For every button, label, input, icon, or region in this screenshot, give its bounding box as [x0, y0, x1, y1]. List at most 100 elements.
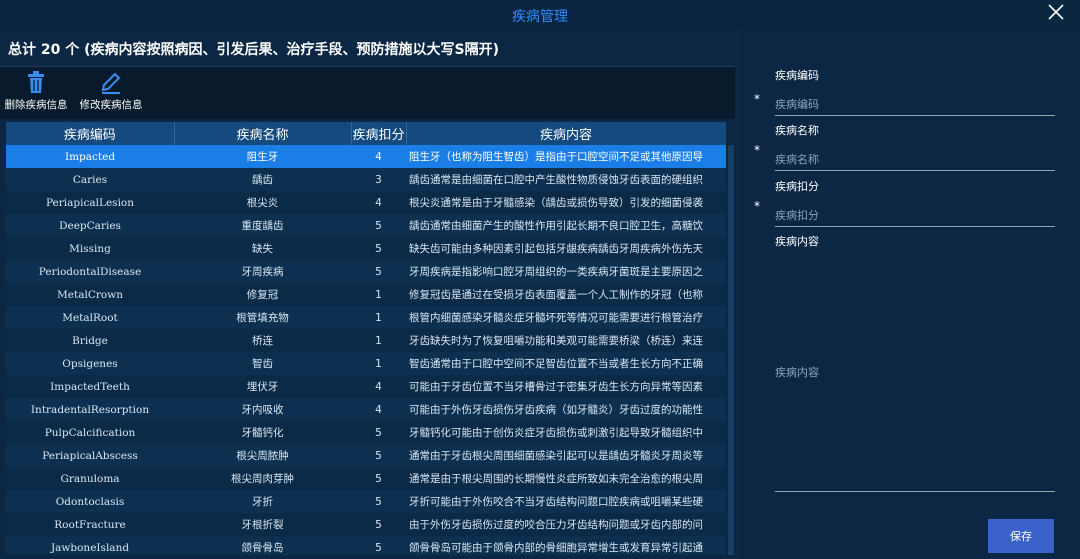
- required-mark: *: [754, 143, 760, 157]
- cell-score: 1: [351, 329, 406, 352]
- title-bar: 疾病管理: [0, 0, 1080, 30]
- cell-name: 颌骨骨岛: [174, 536, 351, 555]
- disease-table: 疾病编码 疾病名称 疾病扣分 疾病内容 Impacted 阻生牙 4 阻生牙（也…: [6, 122, 726, 555]
- disease-score-input[interactable]: [775, 204, 1055, 227]
- table-row[interactable]: PeriodontalDisease 牙周疾病 5 牙周疾病是指影响口腔牙周组织…: [6, 260, 726, 283]
- cell-score: 5: [351, 536, 406, 555]
- cell-code: JawboneIsland: [6, 536, 174, 555]
- cell-name: 修复冠: [174, 283, 351, 306]
- table-row[interactable]: IntradentalResorption 牙内吸收 4 可能由于外伤牙齿损伤牙…: [6, 398, 726, 421]
- table-row[interactable]: Odontoclasis 牙折 5 牙折可能由于外伤咬合不当牙齿结构问题口腔疾病…: [6, 490, 726, 513]
- table-header-row: 疾病编码 疾病名称 疾病扣分 疾病内容: [6, 122, 726, 145]
- score-label: 疾病扣分: [775, 180, 819, 193]
- column-header-content[interactable]: 疾病内容: [406, 122, 726, 145]
- table-row[interactable]: ImpactedTeeth 埋伏牙 4 可能由于牙齿位置不当牙槽骨过于密集牙齿生…: [6, 375, 726, 398]
- cell-name: 根尖炎: [174, 191, 351, 214]
- delete-disease-label: 删除疾病信息: [4, 99, 68, 111]
- cell-name: 重度龋齿: [174, 214, 351, 237]
- cell-code: Granuloma: [6, 467, 174, 490]
- cell-content: 牙周疾病是指影响口腔牙周组织的一类疾病牙菌斑是主要原因之: [406, 260, 726, 283]
- cell-score: 5: [351, 260, 406, 283]
- table-row[interactable]: RootFracture 牙根折裂 5 由于外伤牙齿损伤过度的咬合压力牙齿结构问…: [6, 513, 726, 536]
- cell-name: 根尖周脓肿: [174, 444, 351, 467]
- cell-content: 根管内细菌感染牙髓炎症牙髓坏死等情况可能需要进行根管治疗: [406, 306, 726, 329]
- cell-score: 1: [351, 283, 406, 306]
- cell-score: 3: [351, 168, 406, 191]
- close-icon[interactable]: [1046, 2, 1066, 22]
- scrollbar-thumb[interactable]: [728, 145, 734, 555]
- cell-content: 通常是由于根尖周围的长期慢性炎症所致如未完全治愈的根尖周: [406, 467, 726, 490]
- column-header-score[interactable]: 疾病扣分: [351, 122, 407, 145]
- name-label: 疾病名称: [775, 124, 819, 137]
- cell-name: 根尖周肉芽肿: [174, 467, 351, 490]
- table-row[interactable]: Caries 龋齿 3 龋齿通常是由细菌在口腔中产生酸性物质侵蚀牙齿表面的硬组织: [6, 168, 726, 191]
- column-header-code[interactable]: 疾病编码: [6, 122, 175, 145]
- cell-code: Missing: [6, 237, 174, 260]
- edit-disease-button[interactable]: 修改疾病信息: [76, 69, 146, 112]
- table-scrollbar[interactable]: [728, 145, 734, 555]
- cell-score: 1: [351, 306, 406, 329]
- required-mark: *: [754, 199, 760, 213]
- cell-name: 缺失: [174, 237, 351, 260]
- disease-code-input[interactable]: [775, 93, 1055, 116]
- cell-content: 牙髓钙化可能由于创伤炎症牙齿损伤或刺激引起导致牙髓组织中: [406, 421, 726, 444]
- cell-score: 5: [351, 513, 406, 536]
- cell-code: PulpCalcification: [6, 421, 174, 444]
- table-row[interactable]: Missing 缺失 5 缺失齿可能由多种因素引起包括牙龈疾病龋齿牙周疾病外伤先…: [6, 237, 726, 260]
- table-row[interactable]: MetalCrown 修复冠 1 修复冠齿是通过在受损牙齿表面覆盖一个人工制作的…: [6, 283, 726, 306]
- content-label: 疾病内容: [775, 235, 819, 248]
- table-row[interactable]: Granuloma 根尖周肉芽肿 5 通常是由于根尖周围的长期慢性炎症所致如未完…: [6, 467, 726, 490]
- column-header-name[interactable]: 疾病名称: [174, 122, 352, 145]
- cell-score: 4: [351, 375, 406, 398]
- cell-code: Impacted: [6, 145, 174, 168]
- table-row[interactable]: PeriapicalLesion 根尖炎 4 根尖炎通常是由于牙髓感染（龋齿或损…: [6, 191, 726, 214]
- cell-score: 4: [351, 398, 406, 421]
- cell-content: 可能由于外伤牙齿损伤牙齿疾病（如牙髓炎）牙齿过度的功能性: [406, 398, 726, 421]
- cell-code: MetalCrown: [6, 283, 174, 306]
- disease-form-panel: 疾病编码 * 疾病名称 * 疾病扣分 * 疾病内容 保存: [737, 30, 1080, 559]
- cell-score: 5: [351, 444, 406, 467]
- cell-code: PeriapicalLesion: [6, 191, 174, 214]
- table-row[interactable]: PeriapicalAbscess 根尖周脓肿 5 通常由于牙齿根尖周围细菌感染…: [6, 444, 726, 467]
- table-row[interactable]: MetalRoot 根管填充物 1 根管内细菌感染牙髓炎症牙髓坏死等情况可能需要…: [6, 306, 726, 329]
- table-row[interactable]: Impacted 阻生牙 4 阻生牙（也称为阻生智齿）是指由于口腔空间不足或其他…: [6, 145, 726, 168]
- cell-name: 阻生牙: [174, 145, 351, 168]
- table-row[interactable]: Bridge 桥连 1 牙齿缺失时为了恢复咀嚼功能和美观可能需要桥梁（桥连）来连: [6, 329, 726, 352]
- table-row[interactable]: DeepCaries 重度龋齿 5 龋齿通常由细菌产生的酸性作用引起长期不良口腔…: [6, 214, 726, 237]
- cell-content: 龋齿通常是由细菌在口腔中产生酸性物质侵蚀牙齿表面的硬组织: [406, 168, 726, 191]
- disease-content-textarea[interactable]: [775, 258, 1055, 492]
- cell-name: 牙折: [174, 490, 351, 513]
- disease-name-input[interactable]: [775, 148, 1055, 171]
- cell-code: Bridge: [6, 329, 174, 352]
- save-button[interactable]: 保存: [988, 519, 1054, 553]
- cell-content: 可能由于牙齿位置不当牙槽骨过于密集牙齿生长方向异常等因素: [406, 375, 726, 398]
- cell-score: 5: [351, 237, 406, 260]
- cell-content: 修复冠齿是通过在受损牙齿表面覆盖一个人工制作的牙冠（也称: [406, 283, 726, 306]
- cell-code: Opsigenes: [6, 352, 174, 375]
- cell-name: 牙内吸收: [174, 398, 351, 421]
- table-row[interactable]: Opsigenes 智齿 1 智齿通常由于口腔中空间不足智齿位置不当或者生长方向…: [6, 352, 726, 375]
- cell-name: 智齿: [174, 352, 351, 375]
- cell-content: 牙折可能由于外伤咬合不当牙齿结构问题口腔疾病或咀嚼某些硬: [406, 490, 726, 513]
- cell-name: 龋齿: [174, 168, 351, 191]
- cell-content: 阻生牙（也称为阻生智齿）是指由于口腔空间不足或其他原因导: [406, 145, 726, 168]
- cell-name: 牙髓钙化: [174, 421, 351, 444]
- cell-code: ImpactedTeeth: [6, 375, 174, 398]
- cell-score: 5: [351, 214, 406, 237]
- cell-content: 通常由于牙齿根尖周围细菌感染引起可以是龋齿牙髓炎牙周炎等: [406, 444, 726, 467]
- table-row[interactable]: PulpCalcification 牙髓钙化 5 牙髓钙化可能由于创伤炎症牙齿损…: [6, 421, 726, 444]
- table-row[interactable]: JawboneIsland 颌骨骨岛 5 颌骨骨岛可能由于颌骨内部的骨细胞异常增…: [6, 536, 726, 555]
- cell-score: 5: [351, 421, 406, 444]
- cell-content: 智齿通常由于口腔中空间不足智齿位置不当或者生长方向不正确: [406, 352, 726, 375]
- cell-content: 缺失齿可能由多种因素引起包括牙龈疾病龋齿牙周疾病外伤先天: [406, 237, 726, 260]
- window-title: 疾病管理: [512, 9, 568, 25]
- cell-score: 5: [351, 490, 406, 513]
- cell-score: 1: [351, 352, 406, 375]
- cell-code: MetalRoot: [6, 306, 174, 329]
- cell-code: PeriodontalDisease: [6, 260, 174, 283]
- edit-pencil-icon: [101, 72, 121, 94]
- code-label: 疾病编码: [775, 69, 819, 82]
- cell-name: 桥连: [174, 329, 351, 352]
- delete-disease-button[interactable]: 删除疾病信息: [2, 69, 70, 112]
- cell-code: DeepCaries: [6, 214, 174, 237]
